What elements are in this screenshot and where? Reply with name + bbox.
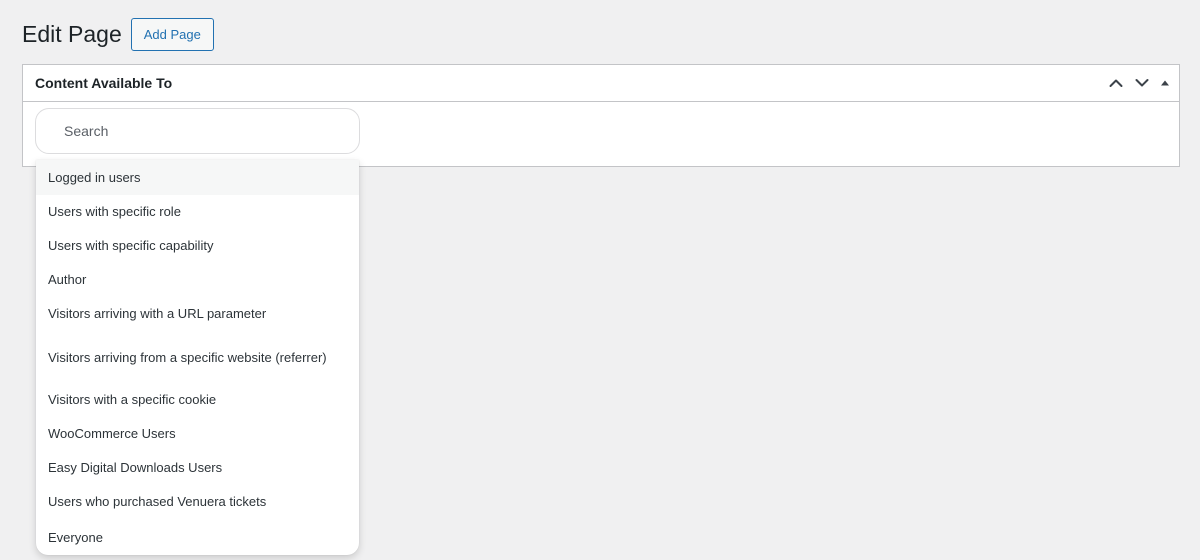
option-users-with-capability[interactable]: Users with specific capability: [36, 229, 359, 263]
chevron-up-icon: [1109, 79, 1123, 87]
option-users-with-role[interactable]: Users with specific role: [36, 195, 359, 229]
move-down-button[interactable]: [1129, 65, 1155, 101]
option-referrer[interactable]: Visitors arriving from a specific websit…: [36, 331, 359, 383]
add-page-button[interactable]: Add Page: [130, 18, 214, 51]
option-author[interactable]: Author: [36, 263, 359, 297]
move-up-button[interactable]: [1103, 65, 1129, 101]
toggle-panel-button[interactable]: [1155, 65, 1175, 101]
rule-dropdown: Logged in users Users with specific role…: [36, 160, 359, 555]
option-url-parameter[interactable]: Visitors arriving with a URL parameter: [36, 297, 359, 331]
metabox-handle-actions: [1103, 65, 1175, 101]
option-edd-users[interactable]: Easy Digital Downloads Users: [36, 451, 359, 485]
option-venuera-tickets[interactable]: Users who purchased Venuera tickets: [36, 485, 359, 519]
caret-up-icon: [1161, 80, 1169, 86]
rule-option-list: Logged in users Users with specific role…: [36, 160, 359, 555]
option-everyone[interactable]: Everyone: [36, 519, 359, 555]
page-title: Edit Page: [22, 21, 122, 47]
option-cookie[interactable]: Visitors with a specific cookie: [36, 383, 359, 417]
chevron-down-icon: [1135, 79, 1149, 87]
metabox-header: Content Available To: [23, 65, 1179, 102]
page-header: Edit Page Add Page: [22, 18, 214, 51]
option-woocommerce-users[interactable]: WooCommerce Users: [36, 417, 359, 451]
metabox-title: Content Available To: [35, 75, 173, 91]
search-input[interactable]: [36, 109, 359, 153]
search-field-wrapper: [35, 108, 360, 154]
option-logged-in-users[interactable]: Logged in users: [36, 160, 359, 195]
